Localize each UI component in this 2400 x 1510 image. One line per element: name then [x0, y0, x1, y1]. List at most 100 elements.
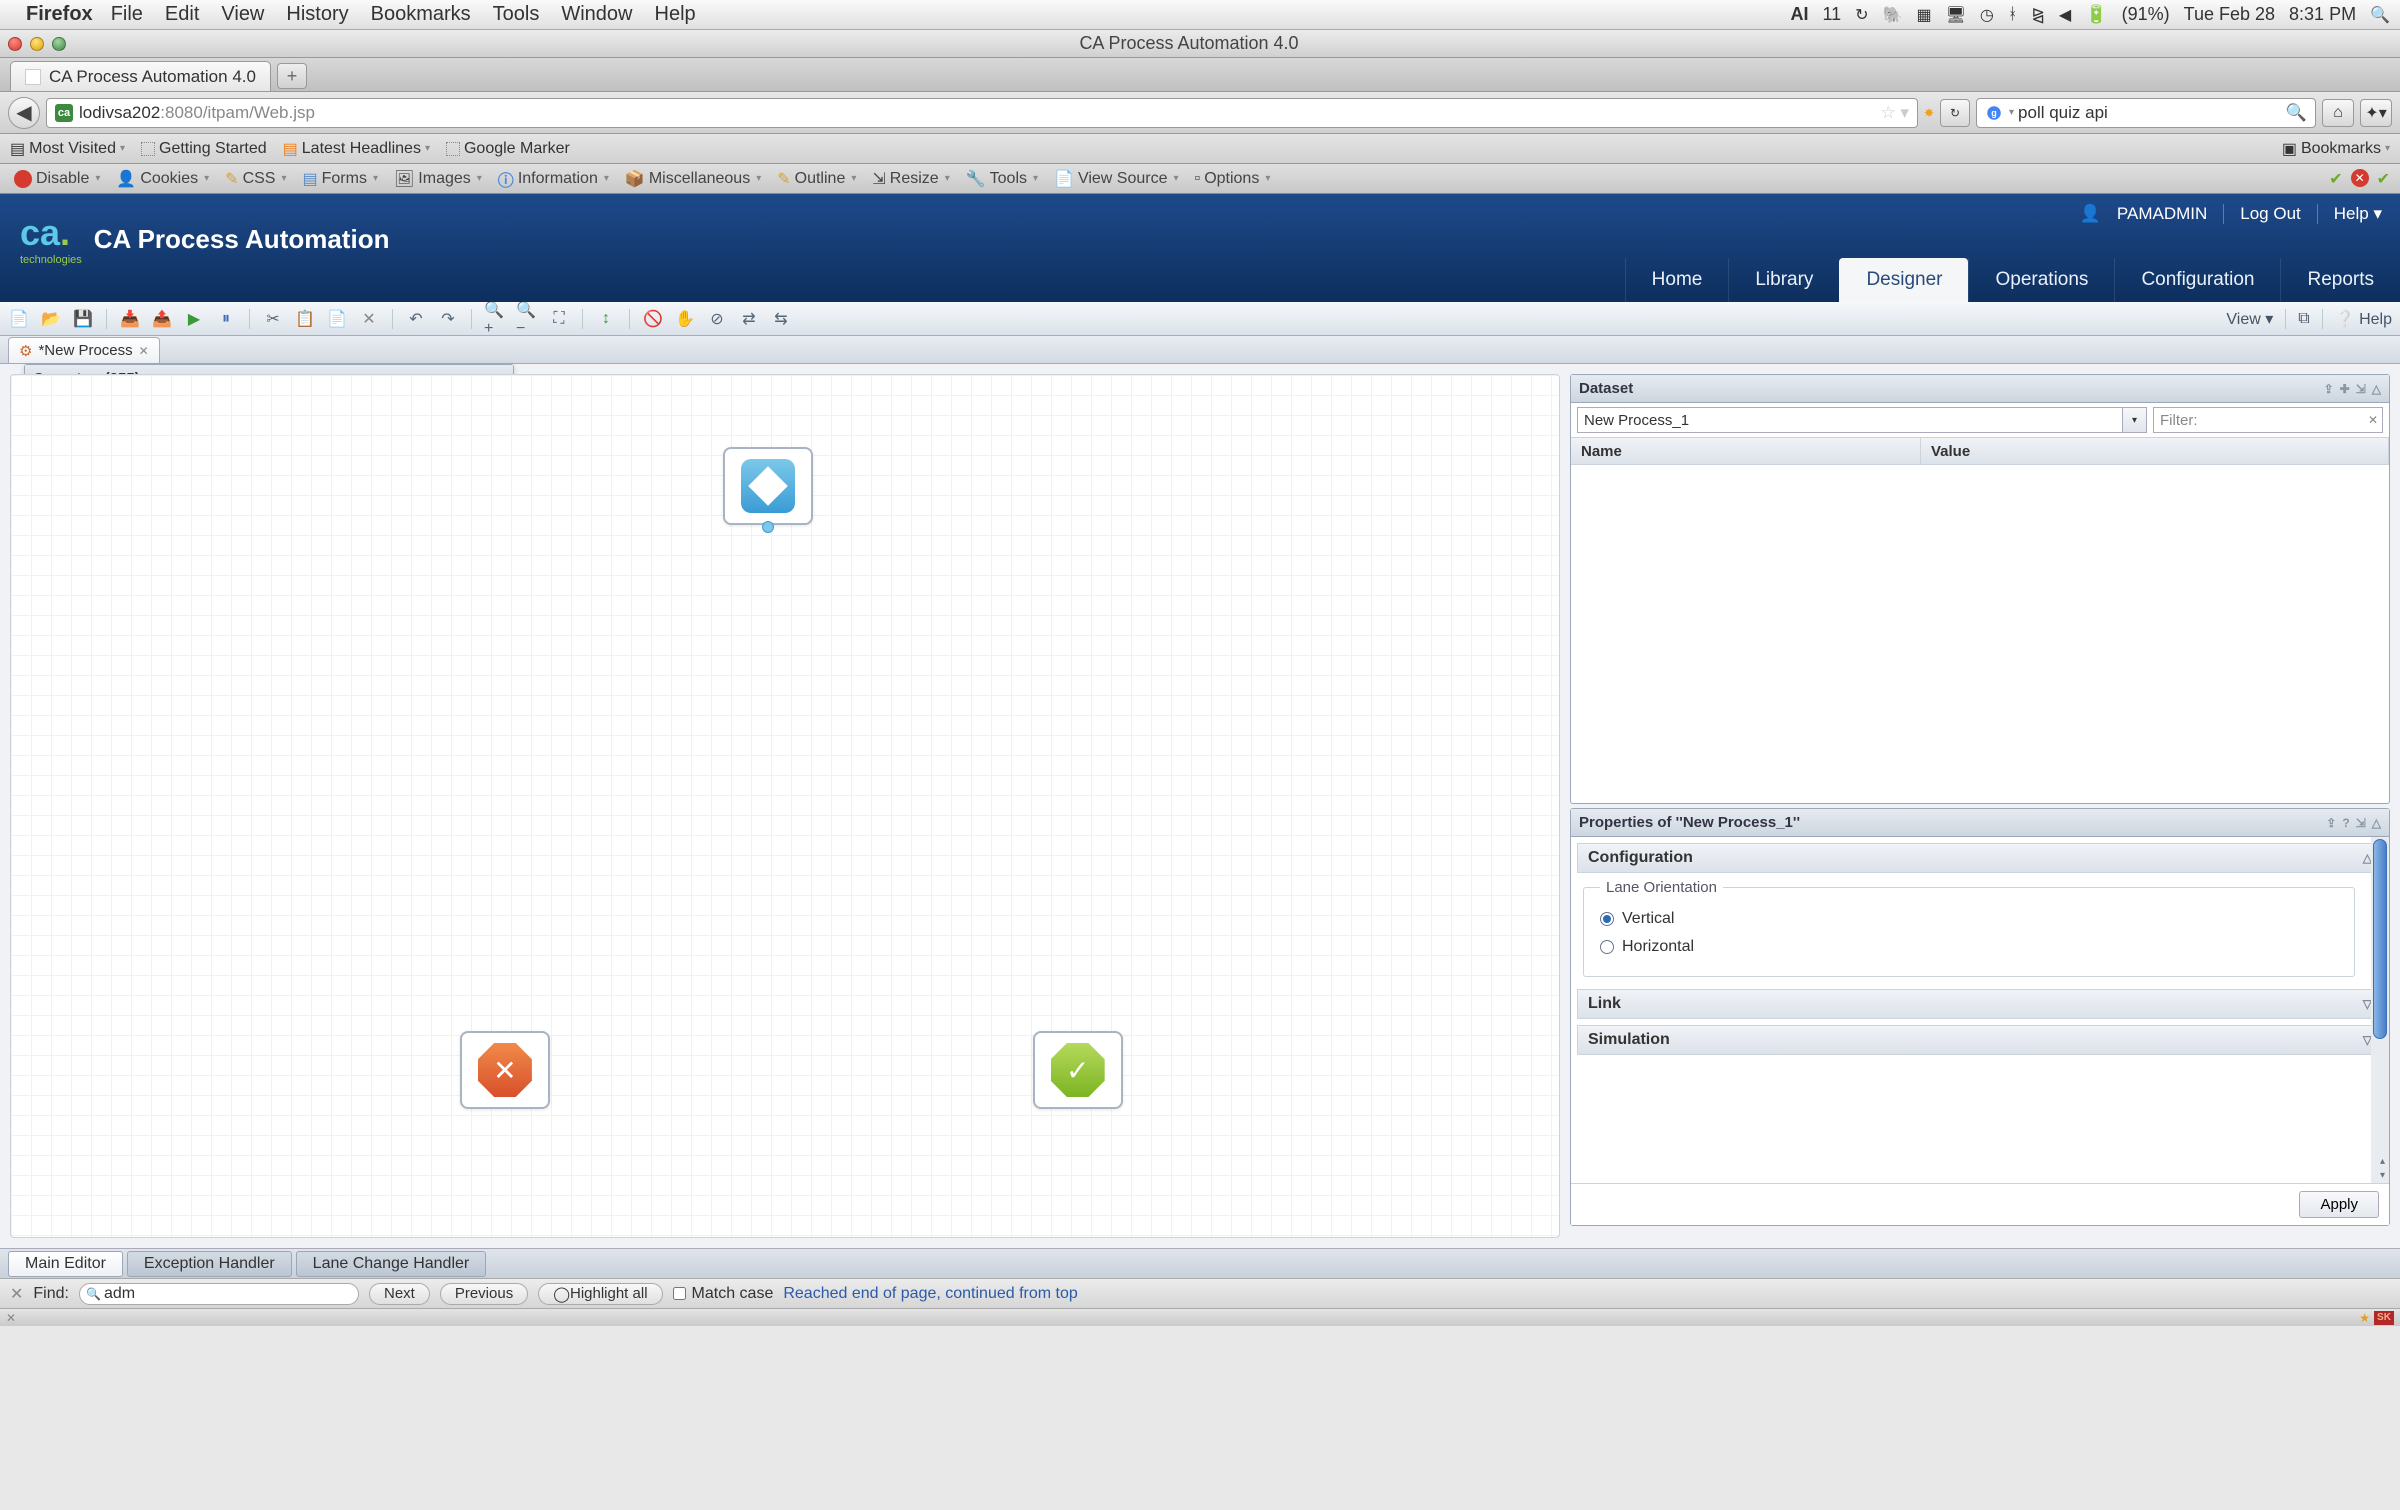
username[interactable]: PAMADMIN — [2117, 204, 2207, 224]
mac-menu-window[interactable]: Window — [561, 3, 632, 26]
highlight-all-button[interactable]: ◯ Highlight all — [538, 1283, 662, 1305]
tool3-icon[interactable]: ⊘ — [706, 308, 728, 330]
mac-menu-edit[interactable]: Edit — [165, 3, 199, 26]
col-name-header[interactable]: Name — [1571, 438, 1921, 464]
apply-button[interactable]: Apply — [2299, 1191, 2379, 1218]
adobe-icon[interactable]: AI — [1790, 4, 1808, 25]
col-value-header[interactable]: Value — [1921, 438, 2389, 464]
radio-horizontal[interactable]: Horizontal — [1600, 938, 2338, 956]
home-button[interactable]: ⌂ — [2322, 99, 2354, 127]
dev-viewsource[interactable]: 📄View Source▾ — [1050, 169, 1182, 189]
nav-reports[interactable]: Reports — [2280, 258, 2400, 302]
1password-icon[interactable]: ▦ — [1916, 5, 1931, 25]
success-node[interactable]: ✓ — [1033, 1031, 1123, 1109]
checkin-icon[interactable]: 📥 — [119, 308, 141, 330]
radio-vertical-input[interactable] — [1600, 912, 1614, 926]
zoom-window-button[interactable] — [52, 37, 66, 51]
match-case-checkbox[interactable]: Match case — [673, 1285, 774, 1303]
dev-options[interactable]: ▫Options▾ — [1191, 170, 1275, 188]
radio-horizontal-input[interactable] — [1600, 940, 1614, 954]
undo-icon[interactable]: ↶ — [405, 308, 427, 330]
pin-icon[interactable]: ⇪ — [2324, 382, 2334, 396]
radio-vertical[interactable]: Vertical — [1600, 910, 2338, 928]
dev-cookies[interactable]: 👤Cookies▾ — [112, 169, 213, 189]
nav-operations[interactable]: Operations — [1968, 258, 2114, 302]
add-icon[interactable]: ✚ — [2340, 382, 2350, 396]
zoom-in-icon[interactable]: 🔍+ — [484, 308, 506, 330]
dev-error-icon[interactable]: ✕ — [2351, 169, 2369, 187]
expand2-icon[interactable]: ⇲ — [2356, 816, 2366, 830]
dev-resize[interactable]: ⇲Resize▾ — [868, 169, 953, 189]
expand-icon[interactable]: ⇲ — [2356, 382, 2366, 396]
close-tab-icon[interactable]: ✕ — [139, 344, 149, 358]
display-icon[interactable]: 🖥 — [1946, 5, 1966, 25]
battery-icon[interactable]: 🔋 — [2085, 4, 2107, 25]
nav-configuration[interactable]: Configuration — [2114, 258, 2280, 302]
browser-search-input[interactable]: g ▾ poll quiz api 🔍 — [1976, 98, 2316, 128]
start-node[interactable] — [723, 447, 813, 525]
dev-disable[interactable]: Disable▾ — [10, 170, 104, 188]
tool5-icon[interactable]: ⇆ — [770, 308, 792, 330]
mac-app-name[interactable]: Firefox — [26, 3, 93, 26]
tool2-icon[interactable]: ✋ — [674, 308, 696, 330]
bookmark-star-icon[interactable]: ☆ ▾ — [1880, 103, 1909, 123]
new-tab-button[interactable]: + — [277, 63, 307, 89]
spotlight-icon[interactable]: 🔍 — [2370, 5, 2390, 25]
feed-icon[interactable]: ✸ — [1924, 106, 1934, 120]
clear-filter-icon[interactable]: ✕ — [2368, 413, 2378, 427]
dataset-dropdown[interactable]: New Process_1 ▾ — [1577, 407, 2147, 433]
save-icon[interactable]: 💾 — [72, 308, 94, 330]
mac-menu-tools[interactable]: Tools — [493, 3, 540, 26]
bookmark-getting-started[interactable]: Getting Started — [141, 140, 267, 158]
section-configuration[interactable]: Configuration △ — [1577, 843, 2383, 873]
evernote-icon[interactable]: 🐘 — [1883, 5, 1903, 25]
zoom-out-icon[interactable]: 🔍− — [516, 308, 538, 330]
sk-badge[interactable]: SK — [2374, 1311, 2394, 1325]
copy-icon[interactable]: 📋 — [294, 308, 316, 330]
reload-button[interactable]: ↻ — [1940, 99, 1970, 127]
checkout-icon[interactable]: 📤 — [151, 308, 173, 330]
sync-icon[interactable]: ↻ — [1855, 5, 1868, 25]
dev-forms[interactable]: ▤Forms▾ — [299, 169, 382, 189]
popout-icon[interactable]: ⧉ — [2298, 310, 2309, 328]
dropdown-toggle-icon[interactable]: ▾ — [2122, 408, 2146, 432]
back-button[interactable]: ◀ — [8, 97, 40, 129]
scroll-down-icon[interactable]: ▾ — [2380, 1170, 2385, 1181]
mac-menu-history[interactable]: History — [286, 3, 348, 26]
tab-exception-handler[interactable]: Exception Handler — [127, 1251, 292, 1277]
status-star-icon[interactable]: ★ — [2359, 1311, 2370, 1325]
tool4-icon[interactable]: ⇄ — [738, 308, 760, 330]
tool1-icon[interactable]: 🚫 — [642, 308, 664, 330]
collapse-icon[interactable]: △ — [2372, 382, 2381, 396]
properties-scrollbar[interactable]: ▾ ▴ — [2371, 837, 2389, 1183]
run-icon[interactable]: ▶ — [183, 308, 205, 330]
bookmarks-menu-button[interactable]: ▣Bookmarks▾ — [2282, 139, 2390, 159]
url-input[interactable]: ca lodivsa202 :8080/itpam/Web.jsp ☆ ▾ — [46, 98, 1918, 128]
dev-check-green-icon[interactable]: ✔ — [2329, 169, 2342, 189]
nav-designer[interactable]: Designer — [1839, 258, 1968, 302]
wifi-icon[interactable]: ⧎ — [2031, 5, 2044, 25]
section-simulation[interactable]: Simulation ▽ — [1577, 1025, 2383, 1055]
pause-icon[interactable]: ⏸ — [215, 308, 237, 330]
dataset-panel-header[interactable]: Dataset ⇪ ✚ ⇲ △ — [1571, 375, 2389, 403]
browser-tab[interactable]: CA Process Automation 4.0 — [10, 61, 271, 91]
help2-icon[interactable]: ? — [2342, 816, 2349, 830]
delete-icon[interactable]: ✕ — [358, 308, 380, 330]
bookmark-google-marker[interactable]: Google Marker — [446, 140, 570, 158]
search-dropdown-icon[interactable]: ▾ — [2009, 107, 2014, 118]
find-prev-button[interactable]: Previous — [440, 1283, 528, 1305]
logout-link[interactable]: Log Out — [2240, 204, 2301, 224]
find-next-button[interactable]: Next — [369, 1283, 430, 1305]
nav-library[interactable]: Library — [1728, 258, 1839, 302]
new-icon[interactable]: 📄 — [8, 308, 30, 330]
dev-misc[interactable]: 📦Miscellaneous▾ — [621, 169, 765, 189]
tab-main-editor[interactable]: Main Editor — [8, 1251, 123, 1277]
properties-panel-header[interactable]: Properties of ''New Process_1'' ⇪ ? ⇲ △ — [1571, 809, 2389, 837]
mac-menu-bookmarks[interactable]: Bookmarks — [371, 3, 471, 26]
match-case-input[interactable] — [673, 1287, 686, 1300]
bluetooth-icon[interactable]: ᚼ — [2008, 6, 2018, 24]
collapse2-icon[interactable]: △ — [2372, 816, 2381, 830]
pin-icon[interactable]: ⇪ — [2326, 816, 2336, 830]
help-icon[interactable]: ❔ Help — [2335, 309, 2392, 329]
dev-check-green2-icon[interactable]: ✔ — [2377, 169, 2390, 189]
